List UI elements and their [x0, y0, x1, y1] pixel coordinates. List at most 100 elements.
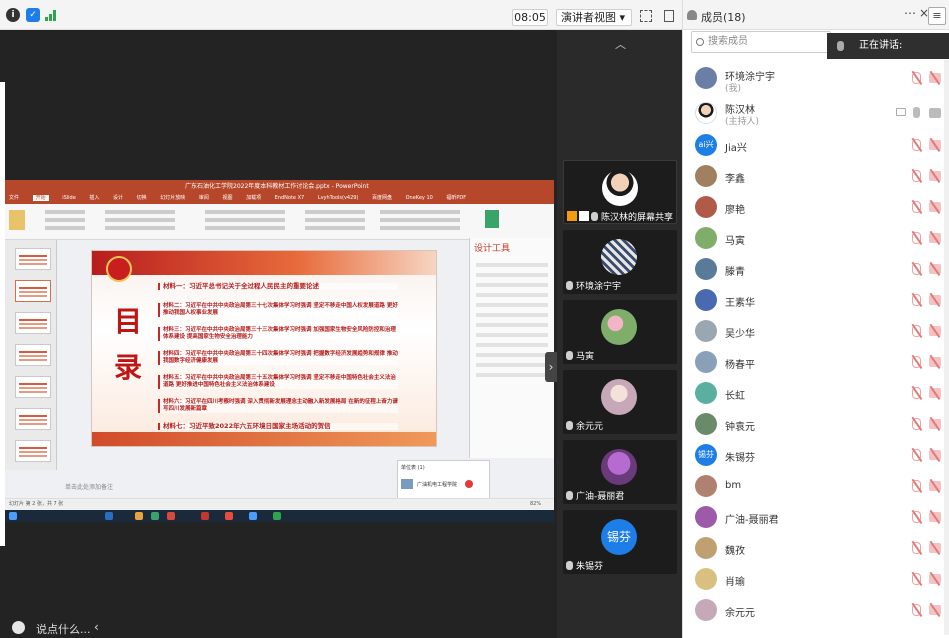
member-row[interactable]: 钟袁元	[683, 409, 949, 440]
member-avatar	[695, 102, 717, 124]
member-avatar	[695, 196, 717, 218]
window-layout-icon[interactable]	[664, 10, 674, 22]
participant-avatar	[602, 170, 638, 206]
mic-off-icon[interactable]	[912, 449, 921, 461]
member-avatar: 锡芬	[695, 444, 717, 466]
camera-off-icon[interactable]	[929, 202, 941, 212]
member-row[interactable]: 余元元	[683, 595, 949, 626]
camera-off-icon[interactable]	[929, 388, 941, 398]
member-row[interactable]: ai兴 Jia兴	[683, 130, 949, 161]
menu-icon[interactable]: ≡	[928, 7, 946, 25]
member-row[interactable]: 环境涂宁宇 (我)	[683, 60, 949, 96]
video-tile[interactable]: 陈汉林的屏幕共享	[563, 160, 677, 224]
camera-off-icon[interactable]	[929, 140, 941, 150]
mic-off-icon[interactable]	[912, 325, 921, 337]
member-name: 廖艳	[725, 205, 745, 216]
camera-off-icon[interactable]	[929, 450, 941, 460]
mic-off-icon[interactable]	[912, 263, 921, 275]
camera-off-icon[interactable]	[929, 295, 941, 305]
camera-off-icon[interactable]	[929, 574, 941, 584]
member-name: 李鑫	[725, 174, 745, 185]
mic-off-icon[interactable]	[912, 573, 921, 585]
video-tile[interactable]: 广油-聂丽君	[563, 440, 677, 504]
chat-input-bar[interactable]: 说点什么... ‹	[0, 616, 110, 638]
camera-off-icon[interactable]	[929, 512, 941, 522]
design-pane-title: 设计工具	[474, 244, 511, 254]
mic-off-icon[interactable]	[912, 294, 921, 306]
mic-off-icon[interactable]	[912, 139, 921, 151]
member-row[interactable]: 王素华	[683, 285, 949, 316]
member-row[interactable]: 陈汉林 (主持人)	[683, 96, 949, 130]
member-name: bm	[725, 480, 742, 491]
video-tile[interactable]: 环境涂宁宇	[563, 230, 677, 294]
speaker-view-dropdown[interactable]: 演讲者视图 ▾	[556, 9, 632, 26]
camera-off-icon[interactable]	[929, 73, 941, 83]
info-icon[interactable]: i	[6, 8, 20, 22]
mic-off-icon[interactable]	[912, 72, 921, 84]
camera-icon[interactable]	[929, 108, 941, 118]
camera-off-icon[interactable]	[929, 171, 941, 181]
camera-off-icon[interactable]	[929, 357, 941, 367]
participant-avatar	[601, 239, 637, 275]
mic-off-icon[interactable]	[912, 232, 921, 244]
more-icon[interactable]: ⋯	[904, 6, 916, 20]
fullscreen-icon[interactable]	[640, 10, 652, 22]
video-tile[interactable]: 余元元	[563, 370, 677, 434]
mic-off-icon[interactable]	[912, 418, 921, 430]
member-row[interactable]: 马寅	[683, 223, 949, 254]
camera-off-icon[interactable]	[929, 543, 941, 553]
mic-icon	[566, 281, 573, 290]
slide-thumbnail	[15, 408, 51, 430]
ppt-tab: 加载项	[246, 195, 262, 201]
mic-off-icon[interactable]	[912, 604, 921, 616]
member-row[interactable]: 广油-聂丽君	[683, 502, 949, 533]
signal-icon[interactable]	[45, 10, 57, 21]
video-tile[interactable]: 锡芬 朱锡芬	[563, 510, 677, 574]
camera-off-icon[interactable]	[929, 419, 941, 429]
mic-off-icon[interactable]	[912, 201, 921, 213]
mic-off-icon[interactable]	[912, 170, 921, 182]
collapse-strip-button[interactable]: ›	[545, 352, 557, 382]
popup-title: 单位表 (1)	[401, 465, 425, 471]
slide-thumbnail	[15, 376, 51, 398]
chevron-left-icon[interactable]: ‹	[94, 620, 99, 634]
video-tile[interactable]: 马寅	[563, 300, 677, 364]
member-avatar	[695, 165, 717, 187]
camera-off-icon[interactable]	[929, 605, 941, 615]
member-list-scrollbar[interactable]	[944, 60, 949, 635]
member-row[interactable]: 杨春平	[683, 347, 949, 378]
member-row[interactable]: 长虹	[683, 378, 949, 409]
mic-off-icon[interactable]	[912, 480, 921, 492]
camera-off-icon[interactable]	[929, 326, 941, 336]
participant-avatar	[601, 309, 637, 345]
member-row[interactable]: 锡芬 朱锡芬	[683, 440, 949, 471]
mic-icon	[566, 421, 573, 430]
mic-off-icon[interactable]	[912, 356, 921, 368]
member-name: 钟袁元	[725, 422, 755, 433]
member-row[interactable]: 廖艳	[683, 192, 949, 223]
slide-thumbnail	[15, 248, 51, 270]
member-row[interactable]: 吴少华	[683, 316, 949, 347]
emoji-icon[interactable]	[12, 621, 25, 634]
video-tile-name: 朱锡芬	[576, 562, 604, 572]
shield-icon[interactable]: ✓	[26, 8, 40, 22]
camera-off-icon[interactable]	[929, 264, 941, 274]
chevron-up-icon[interactable]: ︿	[615, 36, 626, 52]
member-row[interactable]: 滕青	[683, 254, 949, 285]
zoom-level: 82%	[530, 501, 542, 507]
member-row[interactable]: 肖瑜	[683, 564, 949, 595]
camera-off-icon[interactable]	[929, 233, 941, 243]
member-row[interactable]: bm	[683, 471, 949, 502]
chat-input-placeholder[interactable]: 说点什么...	[36, 621, 91, 637]
member-name: 朱锡芬	[725, 453, 755, 464]
mic-icon[interactable]	[913, 107, 920, 118]
ppt-status-bar: 幻灯片 第 2 张，共 7 张 82%	[5, 498, 554, 509]
mic-off-icon[interactable]	[912, 542, 921, 554]
member-row[interactable]: 李鑫	[683, 161, 949, 192]
mic-off-icon[interactable]	[912, 387, 921, 399]
camera-off-icon[interactable]	[929, 481, 941, 491]
participant-avatar: 锡芬	[601, 519, 637, 555]
member-row[interactable]: 魏孜	[683, 533, 949, 564]
search-members-input[interactable]: 搜索成员	[691, 31, 831, 53]
mic-off-icon[interactable]	[912, 511, 921, 523]
